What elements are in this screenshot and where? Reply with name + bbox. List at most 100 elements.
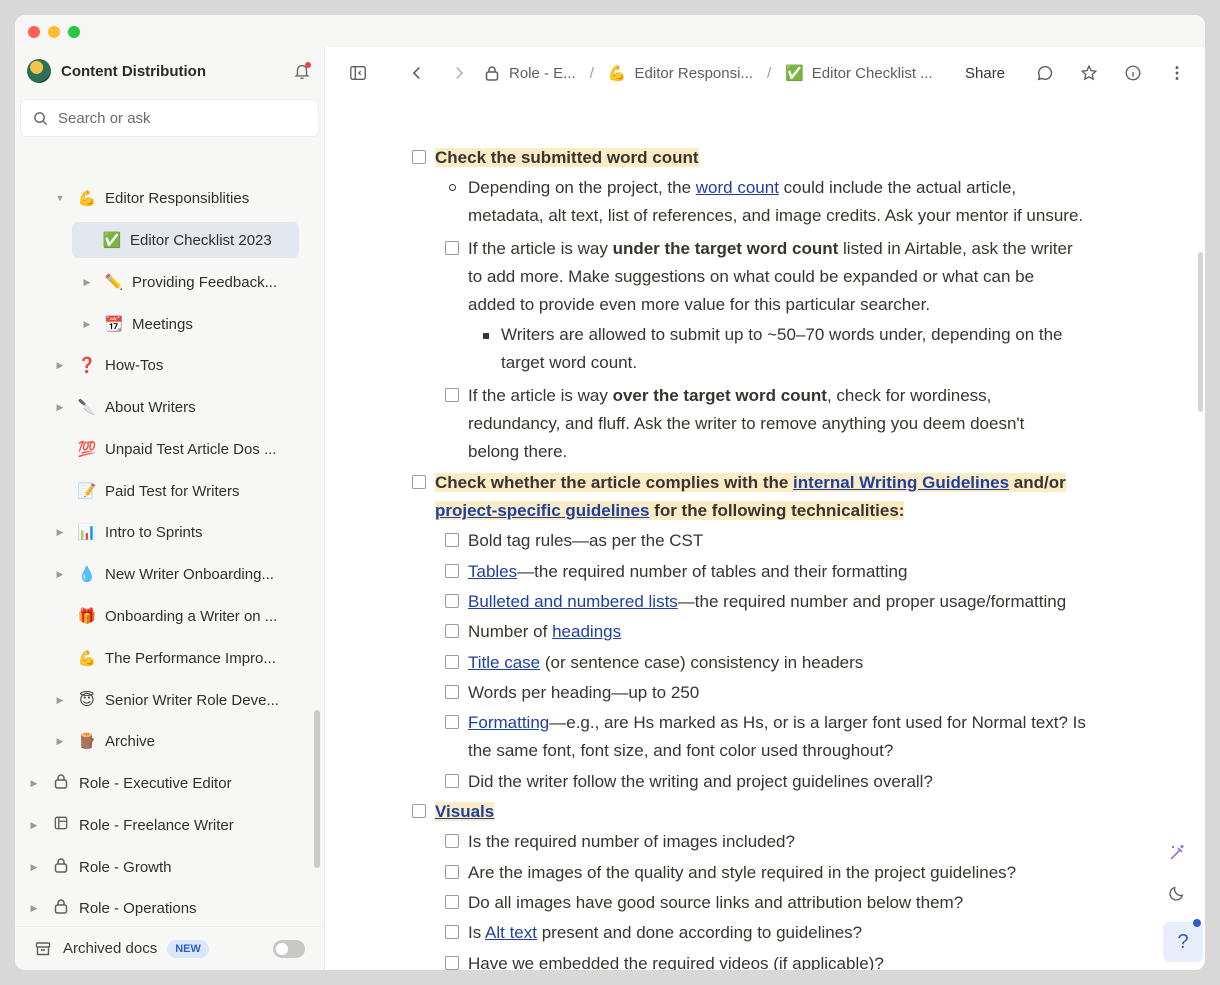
list-item: Writers are allowed to submit up to ~50–… bbox=[501, 325, 1063, 372]
dark-mode-moon-icon[interactable] bbox=[1165, 881, 1189, 905]
chevron-right-icon[interactable]: ▶ bbox=[80, 277, 94, 288]
sidebar-item-editor-checklist-2023[interactable]: ✅ Editor Checklist 2023 bbox=[72, 222, 299, 258]
checkbox[interactable] bbox=[445, 655, 459, 669]
checkbox[interactable] bbox=[412, 804, 426, 818]
sidebar-item-role-growth[interactable]: ▶ Role - Growth bbox=[27, 849, 172, 885]
sidebar-item-meetings[interactable]: ▶ 📆 Meetings bbox=[80, 306, 193, 342]
checkbox[interactable] bbox=[445, 895, 459, 909]
checklist-item: Bulleted and numbered lists—the required… bbox=[468, 592, 1067, 611]
checkbox[interactable] bbox=[445, 925, 459, 939]
sidebar-item-onboarding-a-writer[interactable]: 🎁 Onboarding a Writer on ... bbox=[77, 598, 299, 634]
bulleted-numbered-lists-link[interactable]: Bulleted and numbered lists bbox=[468, 592, 678, 611]
checkbox[interactable] bbox=[445, 533, 459, 547]
internal-writing-guidelines-link[interactable]: internal Writing Guidelines bbox=[793, 473, 1009, 492]
info-icon[interactable] bbox=[1122, 62, 1144, 84]
sidebar-item-archive[interactable]: ▶ 🪵 Archive bbox=[53, 723, 156, 759]
formatting-link[interactable]: Formatting bbox=[468, 713, 549, 732]
close-window-button[interactable] bbox=[28, 26, 40, 38]
checkbox[interactable] bbox=[445, 564, 459, 578]
flexed-biceps-icon: 💪 bbox=[77, 650, 97, 667]
chevron-right-icon[interactable]: ▶ bbox=[27, 778, 41, 789]
sidebar-item-role-operations[interactable]: ▶ Role - Operations bbox=[27, 890, 197, 926]
check-mark-icon: ✅ bbox=[785, 65, 804, 82]
checklist-item: Number of headings bbox=[468, 622, 622, 641]
maximize-window-button[interactable] bbox=[68, 26, 80, 38]
archive-box-icon bbox=[35, 941, 51, 955]
sidebar-item-senior-writer-role[interactable]: ▶ 😇 Senior Writer Role Deve... bbox=[53, 682, 299, 718]
chevron-down-icon[interactable]: ▼ bbox=[53, 193, 67, 203]
tables-link[interactable]: Tables bbox=[468, 562, 517, 581]
breadcrumb-editor-checklist[interactable]: ✅ Editor Checklist ... bbox=[785, 64, 933, 83]
breadcrumb-editor-responsibilities[interactable]: 💪 Editor Responsi... bbox=[608, 64, 753, 83]
lock-icon bbox=[51, 857, 71, 877]
question-mark-icon: ❓ bbox=[77, 357, 97, 374]
word-count-link[interactable]: word count bbox=[696, 178, 779, 197]
breadcrumb-role-executive-editor[interactable]: Role - E... bbox=[485, 65, 576, 82]
chevron-right-icon[interactable]: ▶ bbox=[53, 402, 67, 413]
star-icon[interactable] bbox=[1078, 62, 1100, 84]
title-case-link[interactable]: Title case bbox=[468, 653, 540, 672]
sidebar-scrollbar[interactable] bbox=[314, 710, 320, 868]
checkbox[interactable] bbox=[445, 685, 459, 699]
checkbox[interactable] bbox=[445, 865, 459, 879]
checklist-item: Did the writer follow the writing and pr… bbox=[468, 772, 933, 791]
chevron-right-icon[interactable]: ▶ bbox=[80, 319, 94, 330]
sidebar-item-editor-responsibilities[interactable]: ▼ 💪 Editor Responsiblities bbox=[53, 180, 250, 216]
workspace-header[interactable]: Content Distribution bbox=[15, 47, 324, 95]
ai-sparkle-icon[interactable] bbox=[1165, 841, 1189, 865]
sidebar-item-paid-test[interactable]: 📝 Paid Test for Writers bbox=[77, 473, 240, 509]
checkbox[interactable] bbox=[445, 594, 459, 608]
checklist-item: Visuals bbox=[435, 798, 495, 826]
checkbox[interactable] bbox=[412, 475, 426, 489]
sidebar-item-role-executive-editor[interactable]: ▶ Role - Executive Editor bbox=[27, 765, 232, 801]
sidebar-item-intro-to-sprints[interactable]: ▶ 📊 Intro to Sprints bbox=[53, 514, 203, 550]
checkbox[interactable] bbox=[445, 774, 459, 788]
chevron-right-icon[interactable]: ▶ bbox=[53, 695, 67, 706]
archived-docs-row[interactable]: Archived docs NEW bbox=[15, 926, 325, 970]
checkbox[interactable] bbox=[445, 715, 459, 729]
chevron-right-icon[interactable]: ▶ bbox=[53, 360, 67, 371]
sidebar-item-performance-improvement[interactable]: 💪 The Performance Impro... bbox=[77, 640, 299, 676]
sidebar-item-role-freelance-writer[interactable]: ▶ Role - Freelance Writer bbox=[27, 807, 234, 843]
breadcrumb-separator: / bbox=[766, 64, 772, 82]
visuals-link[interactable]: Visuals bbox=[435, 802, 494, 821]
chevron-right-icon[interactable]: ▶ bbox=[27, 862, 41, 873]
checkbox[interactable] bbox=[445, 388, 459, 402]
chevron-right-icon[interactable]: ▶ bbox=[53, 569, 67, 580]
sidebar-item-about-writers[interactable]: ▶ 🔪 About Writers bbox=[53, 389, 196, 425]
chevron-right-icon[interactable]: ▶ bbox=[53, 736, 67, 747]
more-options-icon[interactable] bbox=[1166, 62, 1188, 84]
lock-icon bbox=[485, 66, 499, 81]
sidebar-item-unpaid-test-article[interactable]: 💯 Unpaid Test Article Dos ... bbox=[77, 431, 299, 467]
comment-icon[interactable] bbox=[1034, 62, 1056, 84]
sidebar-toggle-icon[interactable] bbox=[347, 62, 369, 84]
help-button[interactable]: ? bbox=[1163, 919, 1203, 962]
document-scrollbar[interactable] bbox=[1198, 252, 1203, 412]
checkbox[interactable] bbox=[445, 241, 459, 255]
search-input[interactable] bbox=[58, 109, 278, 127]
back-arrow-icon[interactable] bbox=[406, 62, 428, 84]
checkbox[interactable] bbox=[445, 956, 459, 970]
chevron-right-icon[interactable]: ▶ bbox=[27, 820, 41, 831]
chevron-right-icon[interactable]: ▶ bbox=[27, 903, 41, 914]
sidebar-item-providing-feedback[interactable]: ▶ ✏️ Providing Feedback... bbox=[80, 264, 300, 300]
share-button[interactable]: Share bbox=[965, 65, 1005, 82]
sidebar-item-new-writer-onboarding[interactable]: ▶ 💧 New Writer Onboarding... bbox=[53, 556, 299, 592]
checkbox[interactable] bbox=[445, 834, 459, 848]
flexed-biceps-icon: 💪 bbox=[77, 190, 97, 207]
search-box[interactable] bbox=[20, 99, 319, 137]
archived-docs-toggle[interactable] bbox=[273, 939, 305, 958]
memo-icon: 📝 bbox=[77, 483, 97, 500]
smiling-halo-icon: 😇 bbox=[79, 692, 95, 709]
alt-text-link[interactable]: Alt text bbox=[485, 923, 537, 942]
checkbox[interactable] bbox=[445, 624, 459, 638]
headings-link[interactable]: headings bbox=[552, 622, 621, 641]
minimize-window-button[interactable] bbox=[48, 26, 60, 38]
checkbox[interactable] bbox=[412, 150, 426, 164]
notification-bell-icon[interactable] bbox=[292, 61, 312, 81]
search-icon bbox=[34, 111, 48, 125]
sidebar-item-how-tos[interactable]: ▶ ❓ How-Tos bbox=[53, 347, 164, 383]
forward-arrow-icon[interactable] bbox=[448, 62, 470, 84]
project-specific-guidelines-link[interactable]: project-specific guidelines bbox=[435, 501, 649, 520]
chevron-right-icon[interactable]: ▶ bbox=[53, 527, 67, 538]
